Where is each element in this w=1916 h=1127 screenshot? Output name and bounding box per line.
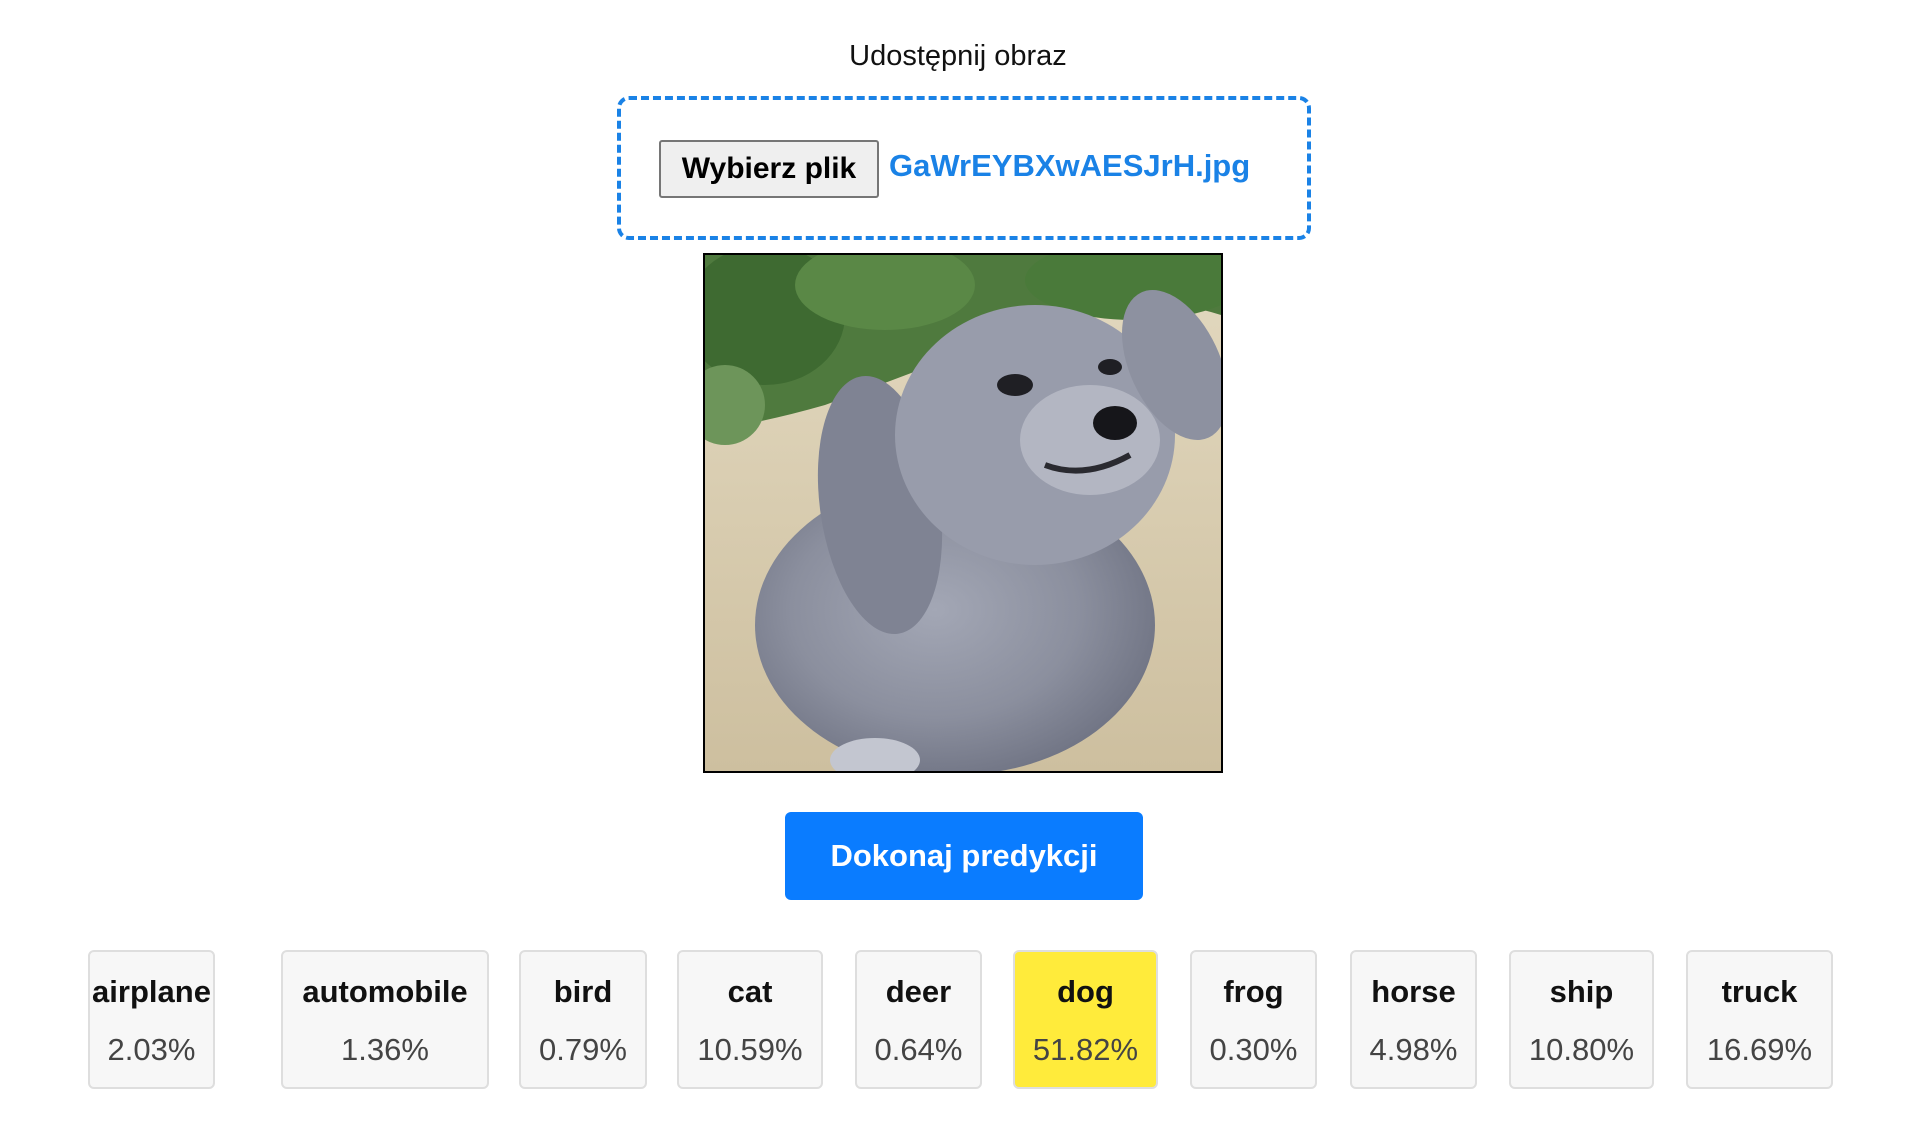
result-value: 0.64% [874,1032,963,1067]
result-card-frog: frog 0.30% [1190,950,1317,1089]
predict-button[interactable]: Dokonaj predykcji [785,812,1143,900]
result-label: ship [1549,974,1614,1009]
page: Udostępnij obraz Wybierz plik GaWrEYBXwA… [0,0,1916,1127]
result-card-airplane: airplane 2.03% [88,950,215,1089]
result-label: automobile [302,974,468,1009]
choose-file-button[interactable]: Wybierz plik [659,140,879,198]
result-label: horse [1371,974,1456,1009]
result-label: dog [1057,974,1114,1009]
result-value: 4.98% [1369,1032,1458,1067]
result-value: 10.59% [697,1032,803,1067]
result-card-deer: deer 0.64% [855,950,982,1089]
result-label: bird [553,974,613,1009]
result-value: 0.30% [1209,1032,1298,1067]
result-label: deer [885,974,952,1009]
result-card-automobile: automobile 1.36% [281,950,489,1089]
selected-file-name: GaWrEYBXwAESJrH.jpg [889,148,1251,183]
result-card-dog: dog 51.82% [1013,950,1158,1089]
prediction-results: airplane 2.03% automobile 1.36% bird 0.7… [0,950,1916,1090]
result-value: 16.69% [1706,1032,1813,1067]
result-card-cat: cat 10.59% [677,950,823,1089]
result-card-bird: bird 0.79% [519,950,647,1089]
image-preview [703,253,1223,773]
upload-heading: Udostępnij obraz [849,40,1067,72]
result-card-truck: truck 16.69% [1686,950,1833,1089]
result-value: 0.79% [539,1032,627,1067]
result-label: airplane [92,974,211,1009]
result-label: frog [1223,974,1284,1009]
result-card-ship: ship 10.80% [1509,950,1654,1089]
animal-photo [705,255,1221,771]
result-value: 10.80% [1528,1032,1635,1067]
result-label: cat [727,974,773,1009]
result-value: 1.36% [341,1032,429,1067]
result-card-horse: horse 4.98% [1350,950,1477,1089]
result-value: 51.82% [1032,1032,1139,1067]
result-label: truck [1721,974,1798,1009]
result-value: 2.03% [107,1032,196,1067]
